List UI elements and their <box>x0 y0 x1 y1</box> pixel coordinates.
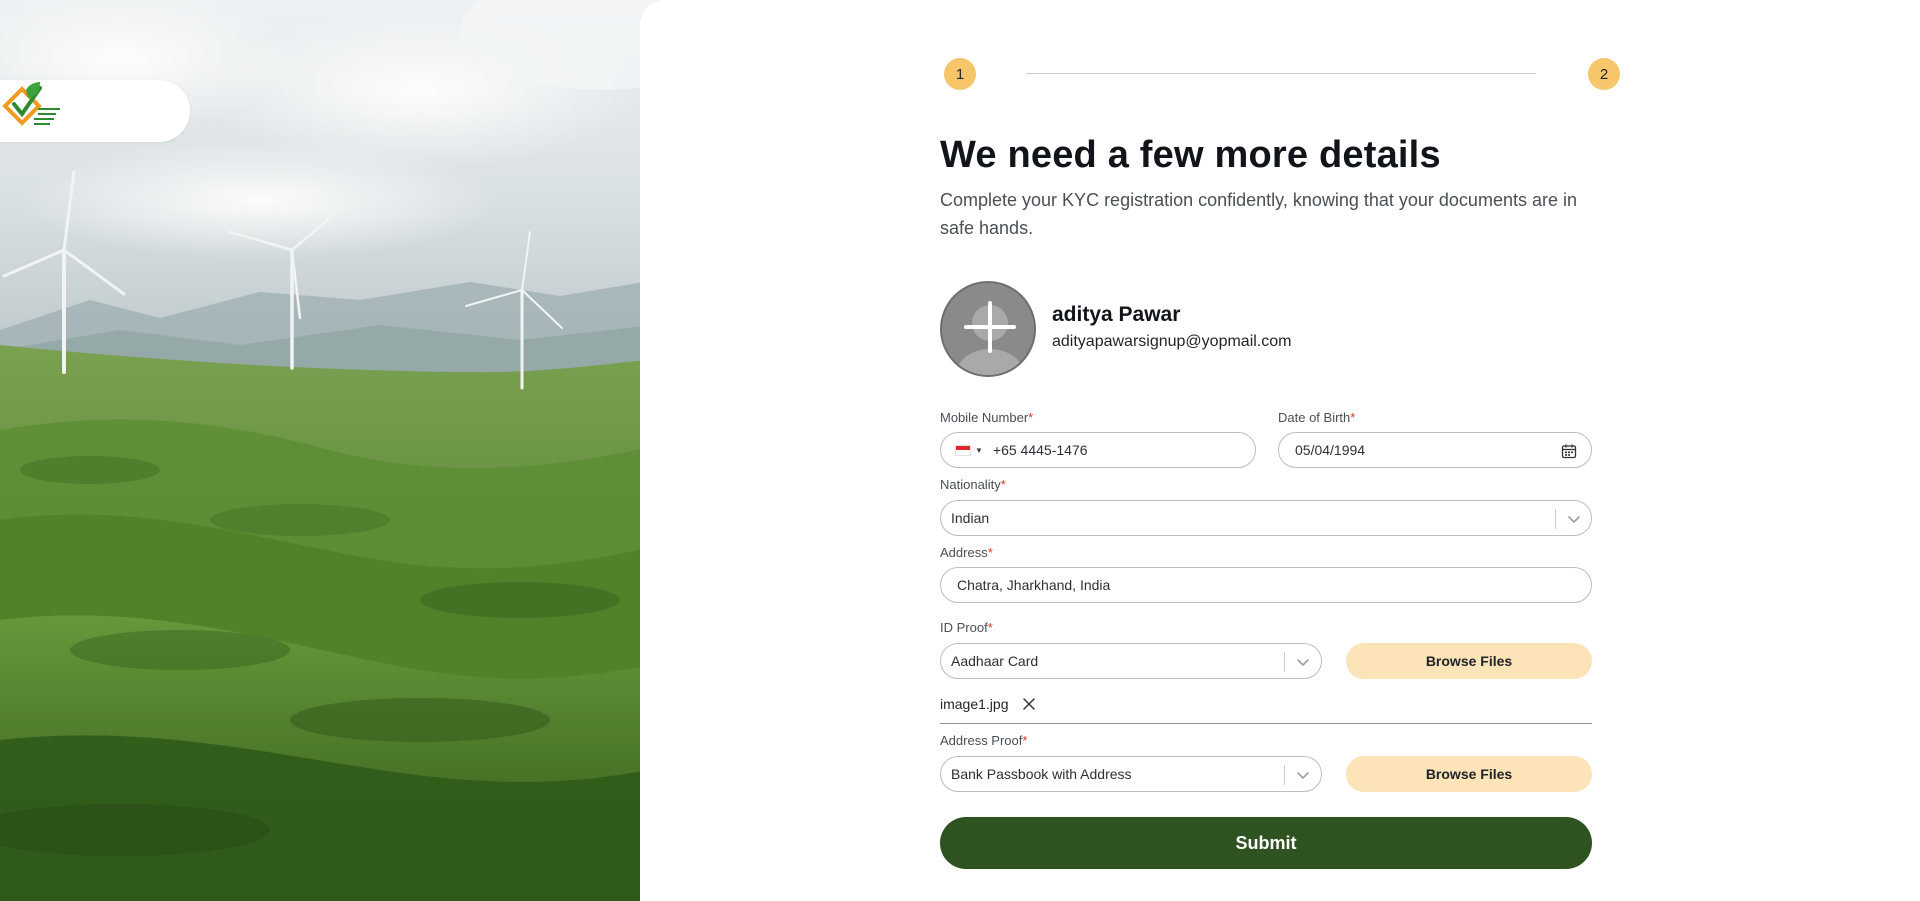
add-photo-icon <box>956 301 1024 375</box>
required-marker: * <box>987 620 993 635</box>
address-proof-browse-files-button[interactable]: Browse Files <box>1346 756 1592 792</box>
date-of-birth-field[interactable]: 05/04/1994 <box>1278 432 1592 468</box>
date-of-birth-value[interactable]: 05/04/1994 <box>1279 442 1365 458</box>
calendar-icon[interactable] <box>1561 443 1577 459</box>
hero-landscape-image <box>0 0 680 901</box>
chevron-down-icon[interactable] <box>1294 653 1312 671</box>
nationality-label-text: Nationality <box>940 477 1001 492</box>
required-marker: * <box>987 545 993 560</box>
select-divider <box>1555 509 1556 529</box>
nationality-select[interactable]: Indian <box>940 500 1592 536</box>
select-divider <box>1284 652 1285 672</box>
submit-button[interactable]: Submit <box>940 817 1592 869</box>
address-label-text: Address <box>940 545 988 560</box>
mobile-number-value[interactable]: +65 4445-1476 <box>993 442 1088 458</box>
profile-email: adityapawarsignup@yopmail.com <box>1052 333 1292 350</box>
date-of-birth-label-text: Date of Birth <box>1278 410 1351 425</box>
id-proof-value[interactable]: Aadhaar Card <box>941 653 1038 669</box>
page-subtitle: Complete your KYC registration confident… <box>940 190 1577 238</box>
id-proof-label: ID Proof* <box>940 620 993 635</box>
id-proof-select[interactable]: Aadhaar Card <box>940 643 1322 679</box>
address-proof-select[interactable]: Bank Passbook with Address <box>940 756 1322 792</box>
mobile-number-field[interactable]: ▼ +65 4445-1476 <box>940 432 1256 468</box>
chevron-down-icon[interactable] <box>1294 766 1312 784</box>
nationality-label: Nationality* <box>940 477 1006 492</box>
progress-stepper: 1 2 <box>944 58 1620 90</box>
stepper-connector <box>1026 73 1536 74</box>
address-proof-label-text: Address Proof <box>940 733 1023 748</box>
logo-icon <box>2 82 60 126</box>
required-marker: * <box>1022 733 1028 748</box>
address-value[interactable]: Chatra, Jharkhand, India <box>941 577 1110 593</box>
step-1-indicator: 1 <box>944 58 976 90</box>
flag-sg-icon[interactable] <box>955 444 971 456</box>
profile-photo-upload[interactable] <box>940 281 1036 377</box>
nationality-value[interactable]: Indian <box>941 510 989 526</box>
required-marker: * <box>1350 410 1356 425</box>
required-marker: * <box>1028 410 1034 425</box>
country-dropdown-caret-icon[interactable]: ▼ <box>975 446 983 455</box>
address-label: Address* <box>940 545 993 560</box>
chevron-down-icon[interactable] <box>1565 510 1583 528</box>
date-of-birth-label: Date of Birth* <box>1278 410 1355 425</box>
required-marker: * <box>1000 477 1006 492</box>
uploaded-file-name: image1.jpg <box>940 696 1009 712</box>
id-proof-browse-files-button[interactable]: Browse Files <box>1346 643 1592 679</box>
id-proof-label-text: ID Proof <box>940 620 988 635</box>
address-proof-label: Address Proof* <box>940 733 1027 748</box>
select-divider <box>1284 765 1285 785</box>
mobile-number-label: Mobile Number* <box>940 410 1033 425</box>
profile-name: aditya Pawar <box>1052 303 1181 326</box>
address-input[interactable]: Chatra, Jharkhand, India <box>940 567 1592 603</box>
brand-logo-container[interactable] <box>0 80 190 142</box>
address-proof-value[interactable]: Bank Passbook with Address <box>941 766 1132 782</box>
mobile-number-label-text: Mobile Number <box>940 410 1029 425</box>
page-title: We need a few more details <box>940 134 1441 176</box>
close-icon[interactable] <box>1022 697 1036 711</box>
step-2-indicator: 2 <box>1588 58 1620 90</box>
uploaded-file-item: image1.jpg <box>940 696 1592 724</box>
